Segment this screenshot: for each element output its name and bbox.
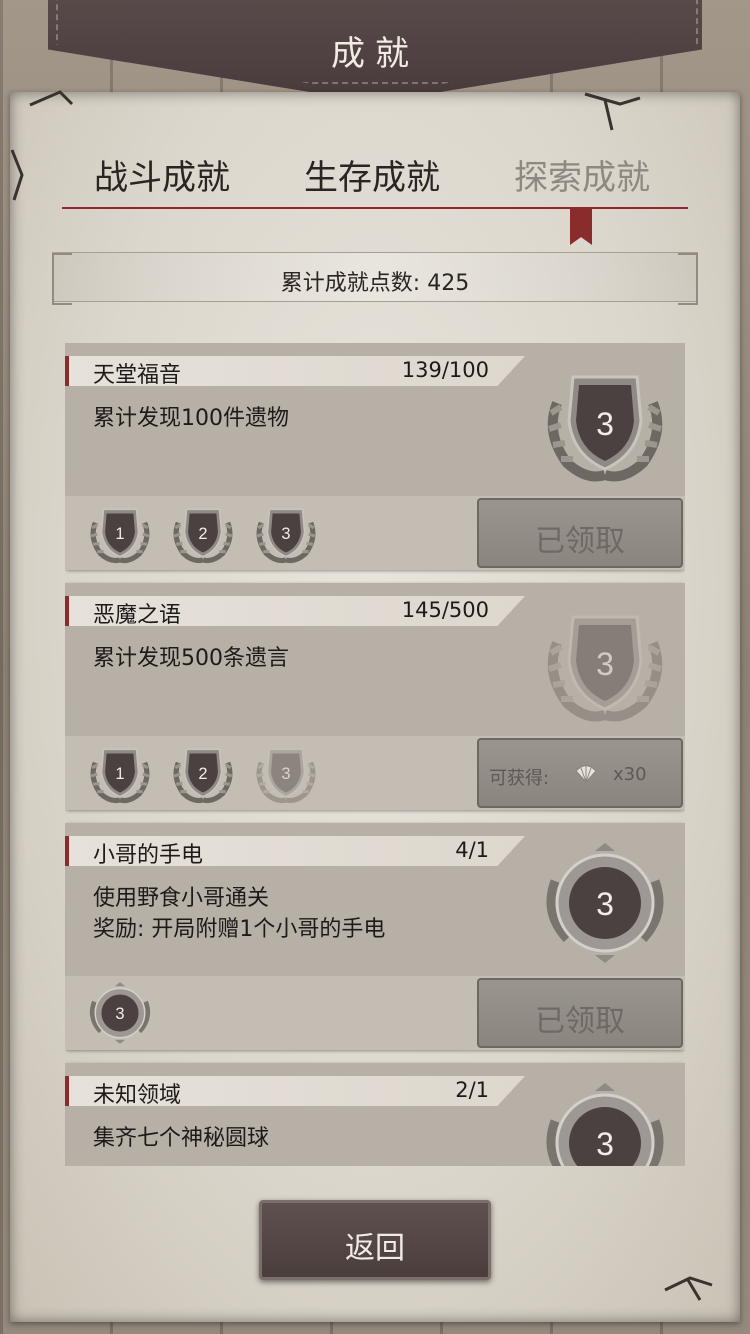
tier-badge-icon: 3 — [85, 982, 155, 1044]
achievement-progress: 145/500 — [401, 598, 489, 622]
description-line: 奖励: 开局附赠1个小哥的手电 — [93, 917, 386, 942]
tier-badge-icon: 3 — [251, 742, 321, 804]
badge-level-text: 1 — [115, 525, 124, 543]
badge-level-text: 3 — [596, 886, 614, 922]
achievement-name: 未知领域 — [93, 1083, 182, 1108]
badge-level-text: 2 — [198, 525, 207, 543]
achievement-description: 集齐七个神秘圆球 — [93, 1123, 269, 1154]
achievement-description: 使用野食小哥通关奖励: 开局附赠1个小哥的手电 — [93, 883, 385, 945]
badge-level-text: 1 — [115, 765, 124, 783]
badge-level-text: 3 — [115, 1005, 124, 1023]
back-button-label: 返回 — [345, 1231, 405, 1266]
claimed-label: 已领取 — [535, 1004, 625, 1039]
achievement-progress: 139/100 — [401, 358, 489, 382]
tab-bar: 战斗成就 生存成就 探索成就 — [62, 150, 688, 212]
achievement-card: 未知领域 2/1 集齐七个神秘圆球 3 — [65, 1063, 685, 1166]
tab-exploration[interactable]: 探索成就 — [482, 150, 682, 199]
achievement-progress: 2/1 — [455, 1078, 489, 1102]
claimed-button[interactable]: 已领取 — [477, 498, 683, 568]
reward-label: 可获得: — [489, 768, 550, 789]
achievement-description: 累计发现500条遗言 — [93, 643, 289, 674]
tab-survival[interactable]: 生存成就 — [272, 150, 472, 199]
points-total: 累计成就点数: 425 — [280, 271, 470, 296]
badge-level-text: 3 — [596, 646, 614, 682]
badge-level-text: 3 — [281, 765, 290, 783]
description-line: 累计发现100件遗物 — [93, 406, 289, 431]
shell-icon — [573, 760, 599, 786]
achievement-name: 天堂福音 — [93, 363, 182, 388]
badge-level-text: 3 — [596, 1126, 614, 1162]
achievement-name: 恶魔之语 — [93, 603, 182, 628]
achievement-card: 小哥的手电 4/1 使用野食小哥通关奖励: 开局附赠1个小哥的手电 3 3 已领… — [65, 823, 685, 1050]
badge-level-text: 3 — [596, 406, 614, 442]
claimed-button[interactable]: 已领取 — [477, 978, 683, 1048]
achievement-card: 天堂福音 139/100 累计发现100件遗物 3 1 2 3 已领取 — [65, 343, 685, 570]
description-line: 集齐七个神秘圆球 — [93, 1126, 270, 1151]
claimed-label: 已领取 — [535, 524, 625, 559]
tier-badge-icon: 1 — [85, 742, 155, 804]
achievement-description: 累计发现100件遗物 — [93, 403, 289, 434]
page-title: 成就 — [331, 34, 419, 74]
tab-underline — [62, 207, 688, 209]
achievement-badge-icon: 3 — [537, 363, 673, 483]
badge-level-text: 2 — [198, 765, 207, 783]
achievement-list[interactable]: 天堂福音 139/100 累计发现100件遗物 3 1 2 3 已领取 恶魔之语 — [65, 343, 685, 1166]
tier-badge-icon: 1 — [85, 502, 155, 564]
reward-button[interactable]: 可获得: x30 — [477, 738, 683, 808]
achievement-badge-icon: 3 — [537, 1083, 673, 1166]
back-button[interactable]: 返回 — [259, 1200, 491, 1280]
achievement-card: 恶魔之语 145/500 累计发现500条遗言 3 1 2 3 可获得: x30 — [65, 583, 685, 810]
reward-count: x30 — [613, 764, 647, 785]
tier-badge-icon: 3 — [251, 502, 321, 564]
achievement-name: 小哥的手电 — [93, 843, 204, 868]
achievement-badge-icon: 3 — [537, 603, 673, 723]
points-bar: 累计成就点数: 425 — [52, 252, 698, 305]
tier-badge-icon: 2 — [168, 502, 238, 564]
achievement-progress: 4/1 — [455, 838, 489, 862]
description-line: 使用野食小哥通关 — [93, 886, 270, 911]
tier-badge-icon: 2 — [168, 742, 238, 804]
description-line: 累计发现500条遗言 — [93, 646, 289, 671]
badge-level-text: 3 — [281, 525, 290, 543]
achievement-badge-icon: 3 — [537, 843, 673, 963]
tab-combat[interactable]: 战斗成就 — [62, 150, 262, 199]
